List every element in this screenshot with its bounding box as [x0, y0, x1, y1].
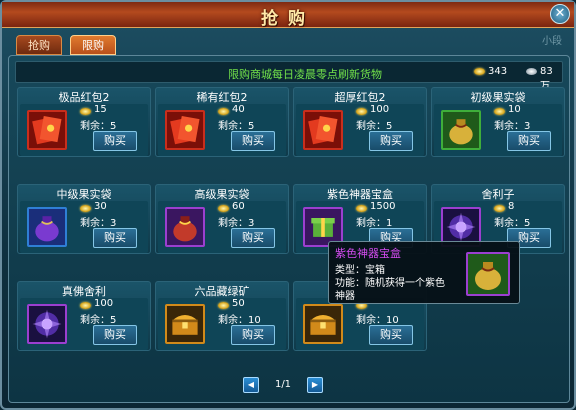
gold-coin-icon — [356, 108, 367, 115]
buy-button[interactable]: 购买 — [369, 131, 413, 151]
tab-limited[interactable]: 限购 — [70, 35, 116, 55]
red-pouch-icon[interactable] — [165, 207, 205, 247]
item-remaining: 剩余：1 — [356, 214, 392, 229]
item-body: 100 剩余：5 购买 — [296, 104, 424, 156]
item-name: 紫色神器宝盒 — [327, 188, 393, 201]
refresh-notice: 限购商城每日凌晨零点刷新货物 — [228, 68, 382, 81]
gold-coin-icon — [80, 302, 91, 309]
item-remaining: 剩余：10 — [356, 311, 399, 326]
shop-panel: 限购商城每日凌晨零点刷新货物 343 83万 极品红包215剩余：5购买稀有红包… — [8, 55, 570, 403]
item-card: 稀有红包2 40 剩余：5 购买 — [155, 87, 289, 157]
gold-coin-icon — [80, 108, 91, 115]
title-bar[interactable]: 抢购 ✕ — [2, 2, 574, 29]
item-remaining: 剩余：3 — [218, 214, 254, 229]
gold-pouch-icon[interactable] — [441, 110, 481, 150]
item-price: 100 — [94, 298, 114, 309]
item-name: 真佛舍利 — [62, 285, 106, 298]
item-remaining: 剩余：3 — [80, 214, 116, 229]
item-remaining: 剩余：5 — [80, 117, 116, 132]
item-body: 15 剩余：5 购买 — [20, 104, 148, 156]
item-remaining: 剩余：5 — [356, 117, 392, 132]
item-price: 1500 — [370, 201, 396, 212]
tooltip-title: 紫色神器宝盒 — [335, 247, 401, 260]
item-name: 高级果实袋 — [194, 188, 250, 201]
buy-button[interactable]: 购买 — [231, 325, 275, 345]
buy-button[interactable]: 购买 — [93, 228, 137, 248]
treasure-chest-icon[interactable] — [165, 304, 205, 344]
red-envelope-icon[interactable] — [165, 110, 205, 150]
relic-icon[interactable] — [27, 304, 67, 344]
tab-flash-sale[interactable]: 抢购 — [16, 35, 62, 55]
close-button[interactable]: ✕ — [550, 4, 570, 24]
item-price: 30 — [94, 201, 107, 212]
item-card: 高级果实袋 60 剩余：3 购买 — [155, 184, 289, 254]
gold-coin-icon — [474, 68, 485, 75]
item-card: 超厚红包2 100 剩余：5 购买 — [293, 87, 427, 157]
silver-coin-icon — [526, 68, 537, 75]
item-remaining: 剩余：5 — [80, 311, 116, 326]
gold-coin-icon — [494, 108, 505, 115]
item-name: 中级果实袋 — [56, 188, 112, 201]
item-remaining: 剩余：5 — [218, 117, 254, 132]
buy-button[interactable]: 购买 — [93, 325, 137, 345]
item-name: 舍利子 — [481, 188, 515, 201]
item-body: 10 剩余：3 购买 — [434, 104, 562, 156]
prev-page-button[interactable]: ◀ — [243, 377, 259, 393]
item-body: 100 剩余：5 购买 — [20, 298, 148, 350]
purple-pouch-icon[interactable] — [27, 207, 67, 247]
item-body: 60 剩余：3 购买 — [158, 201, 286, 253]
item-remaining: 剩余：10 — [218, 311, 261, 326]
gold-coin-icon — [356, 205, 367, 212]
item-name: 六品藏绿矿 — [194, 285, 250, 298]
item-card: 真佛舍利 100 剩余：5 购买 — [17, 281, 151, 351]
item-name: 极品红包2 — [58, 91, 110, 104]
buy-button[interactable]: 购买 — [231, 228, 275, 248]
item-body: 30 剩余：3 购买 — [20, 201, 148, 253]
gold-coin-icon — [218, 108, 229, 115]
pagination: ◀ 1/1 ▶ — [243, 377, 323, 395]
item-remaining: 剩余：3 — [494, 117, 530, 132]
item-card: 中级果实袋 30 剩余：3 购买 — [17, 184, 151, 254]
item-price: 40 — [232, 104, 245, 115]
item-price: 50 — [232, 298, 245, 309]
item-card: 初级果实袋 10 剩余：3 购买 — [431, 87, 565, 157]
window-title: 抢购 — [261, 9, 315, 29]
item-remaining: 剩余：5 — [494, 214, 530, 229]
item-card: 极品红包2 15 剩余：5 购买 — [17, 87, 151, 157]
background-note: 小段 — [542, 36, 562, 47]
buy-button[interactable]: 购买 — [507, 131, 551, 151]
gold-coin-icon — [218, 205, 229, 212]
item-body: 50 剩余：10 购买 — [158, 298, 286, 350]
buy-button[interactable]: 购买 — [93, 131, 137, 151]
red-envelope-icon[interactable] — [27, 110, 67, 150]
gold-coin-icon — [80, 205, 91, 212]
tooltip-function-cont: 神器 — [335, 291, 355, 302]
notice-bar: 限购商城每日凌晨零点刷新货物 343 83万 — [15, 61, 563, 92]
item-card: 六品藏绿矿 50 剩余：10 购买 — [155, 281, 289, 351]
gold-coin-icon — [494, 205, 505, 212]
item-tooltip: 紫色神器宝盒 类型：宝箱 功能：随机获得一个紫色 神器 — [328, 241, 520, 304]
gold-pouch-icon — [466, 252, 510, 296]
item-name: 稀有红包2 — [196, 91, 248, 104]
next-page-button[interactable]: ▶ — [307, 377, 323, 393]
item-name: 超厚红包2 — [334, 91, 386, 104]
gold-balance: 343 — [488, 66, 508, 77]
item-name: 初级果实袋 — [470, 91, 526, 104]
item-price: 15 — [94, 104, 107, 115]
item-price: 100 — [370, 104, 390, 115]
item-body: 40 剩余：5 购买 — [158, 104, 286, 156]
page-indicator: 1/1 — [274, 379, 292, 390]
shop-window: 抢购 ✕ 小段 抢购 限购 限购商城每日凌晨零点刷新货物 343 83万 极品红… — [0, 0, 576, 410]
red-envelope-icon[interactable] — [303, 110, 343, 150]
treasure-chest-icon[interactable] — [303, 304, 343, 344]
buy-button[interactable]: 购买 — [369, 325, 413, 345]
gold-coin-icon — [218, 302, 229, 309]
item-price: 60 — [232, 201, 245, 212]
item-price: 8 — [508, 201, 515, 212]
item-price: 10 — [508, 104, 521, 115]
buy-button[interactable]: 购买 — [231, 131, 275, 151]
item-body: 剩余：10 购买 — [296, 298, 424, 350]
